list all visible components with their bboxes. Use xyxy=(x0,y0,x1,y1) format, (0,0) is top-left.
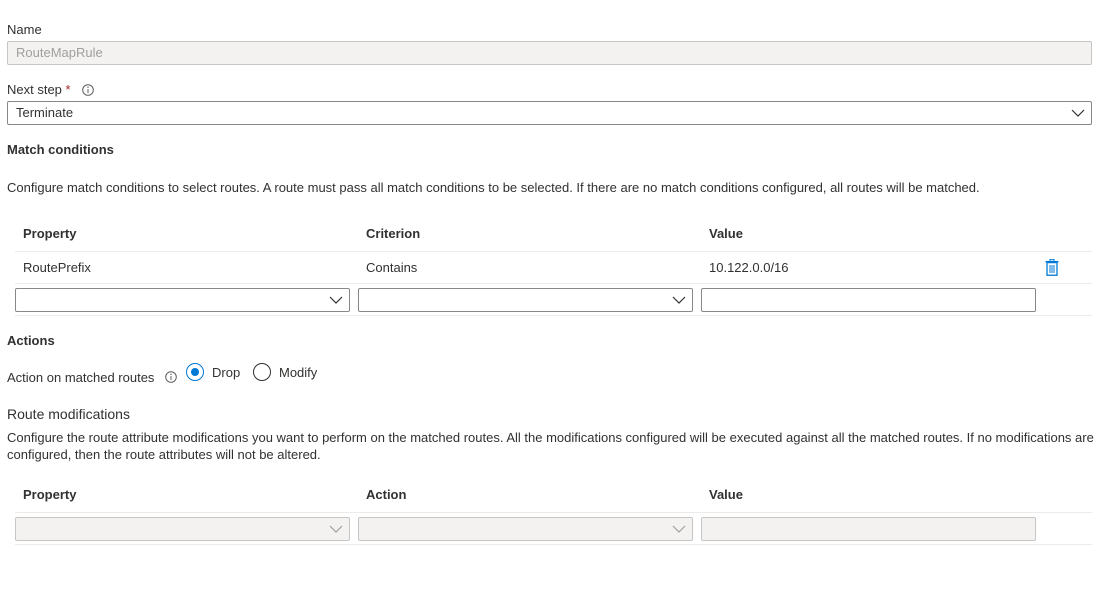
divider xyxy=(15,512,1092,513)
mod-col-action: Action xyxy=(366,487,407,502)
match-row-criterion: Contains xyxy=(366,260,418,275)
radio-drop-label[interactable]: Drop xyxy=(212,365,240,380)
divider xyxy=(15,283,1092,284)
match-new-criterion-dropdown[interactable] xyxy=(358,288,693,312)
mod-col-value: Value xyxy=(709,487,743,502)
radio-modify-label[interactable]: Modify xyxy=(279,365,317,380)
actions-title: Actions xyxy=(7,333,55,348)
match-col-property: Property xyxy=(23,226,77,241)
next-step-dropdown[interactable]: Terminate xyxy=(7,101,1092,125)
match-conditions-description: Configure match conditions to select rou… xyxy=(7,180,980,195)
match-row-property: RoutePrefix xyxy=(23,260,91,275)
route-modifications-title: Route modifications xyxy=(7,406,130,422)
next-step-selected: Terminate xyxy=(16,105,74,120)
match-row-value: 10.122.0.0/16 xyxy=(709,260,789,275)
next-step-label-text: Next step xyxy=(7,82,62,97)
route-modifications-description: Configure the route attribute modificati… xyxy=(7,430,1094,462)
match-col-criterion: Criterion xyxy=(366,226,421,241)
mod-new-value-input[interactable] xyxy=(701,517,1036,541)
name-label: Name xyxy=(7,22,42,37)
divider xyxy=(15,544,1092,545)
mod-new-property-dropdown[interactable] xyxy=(15,517,350,541)
match-new-value-input[interactable] xyxy=(701,288,1036,312)
info-icon[interactable] xyxy=(165,371,177,383)
match-conditions-title: Match conditions xyxy=(7,142,114,157)
match-new-property-dropdown[interactable] xyxy=(15,288,350,312)
name-input: RouteMapRule xyxy=(7,41,1092,65)
info-icon[interactable] xyxy=(82,84,94,96)
action-on-matched-label: Action on matched routes xyxy=(7,370,155,385)
chevron-down-icon xyxy=(329,525,343,533)
chevron-down-icon xyxy=(672,296,686,304)
mod-new-action-dropdown[interactable] xyxy=(358,517,693,541)
trash-icon[interactable] xyxy=(1045,259,1059,276)
next-step-label: Next step * xyxy=(7,82,71,97)
divider xyxy=(15,315,1092,316)
required-marker: * xyxy=(65,82,71,97)
divider xyxy=(15,251,1092,252)
radio-drop[interactable] xyxy=(186,363,204,381)
chevron-down-icon xyxy=(329,296,343,304)
match-col-value: Value xyxy=(709,226,743,241)
chevron-down-icon xyxy=(672,525,686,533)
chevron-down-icon xyxy=(1071,109,1085,117)
radio-modify[interactable] xyxy=(253,363,271,381)
mod-col-property: Property xyxy=(23,487,77,502)
